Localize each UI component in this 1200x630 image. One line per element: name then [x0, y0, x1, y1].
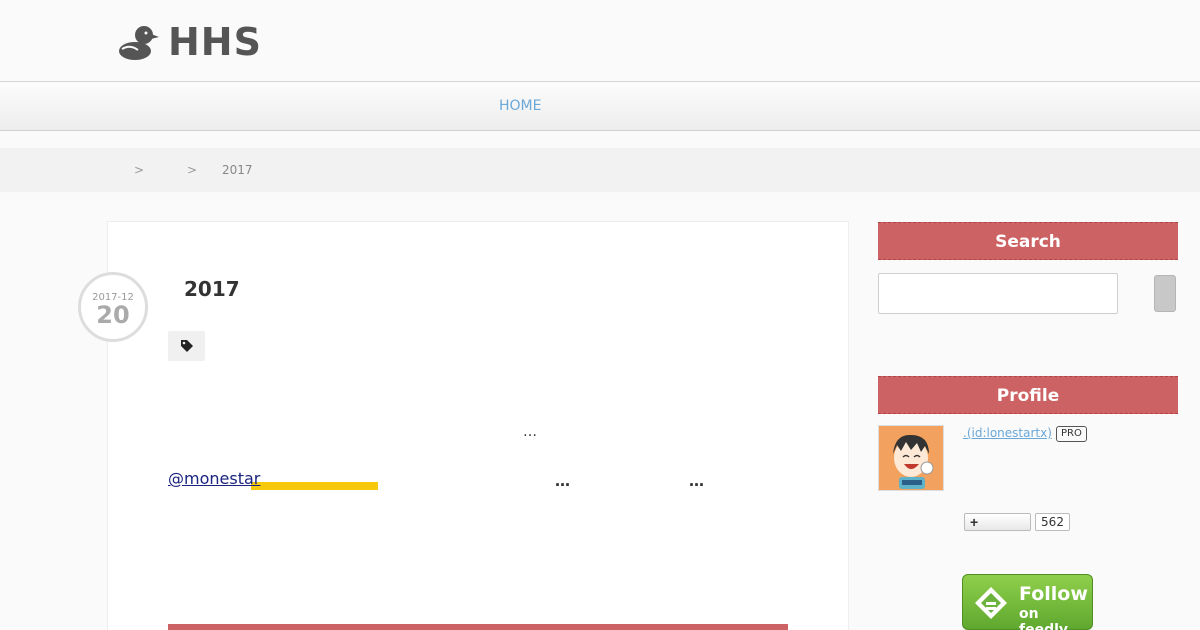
feedly-on-label: on feedly	[1019, 606, 1069, 630]
breadcrumb-current: 2017	[222, 163, 253, 177]
text-highlight-marker	[251, 482, 378, 490]
entry-text-ellipsis: …	[555, 472, 570, 490]
pro-badge: PRO	[1056, 426, 1087, 442]
entry-category-tag[interactable]	[168, 331, 205, 361]
avatar[interactable]	[878, 425, 944, 491]
mention-link[interactable]: @monestar	[168, 469, 260, 488]
section-heading-bar	[168, 624, 788, 630]
entry-date-day: 20	[96, 301, 130, 329]
site-header: HHS	[0, 0, 1200, 82]
search-input[interactable]	[878, 273, 1118, 314]
site-logo[interactable]: HHS	[118, 20, 262, 64]
feedly-icon	[975, 587, 1007, 619]
feedly-follow-label: Follow	[1019, 583, 1088, 605]
nav-home-link[interactable]: HOME	[499, 98, 541, 114]
entry-title[interactable]: 2017	[184, 277, 240, 301]
subscribe-button[interactable]: +	[964, 513, 1031, 531]
plus-icon: +	[970, 514, 979, 530]
search-widget-title: Search	[878, 222, 1178, 260]
entry-text-ellipsis: …	[689, 472, 704, 490]
site-title: HHS	[168, 20, 262, 64]
global-nav: HOME	[0, 83, 1200, 131]
profile-id-link[interactable]: .(id:lonestartx)	[963, 426, 1052, 440]
breadcrumb-separator: >	[134, 163, 145, 177]
entry-text-ellipsis: …	[523, 424, 537, 440]
duck-icon	[119, 26, 159, 60]
profile-widget-title: Profile	[878, 376, 1178, 414]
entry-date[interactable]: 2017-12 20	[78, 272, 148, 342]
tag-icon	[180, 340, 193, 352]
breadcrumb-separator: >	[187, 163, 198, 177]
follow-on-feedly-button[interactable]: Follow on feedly	[962, 574, 1093, 630]
breadcrumb: > > 2017	[0, 148, 1200, 192]
avatar-illustration-icon	[879, 426, 943, 490]
subscriber-count: 562	[1035, 513, 1070, 531]
search-button[interactable]	[1154, 275, 1176, 312]
